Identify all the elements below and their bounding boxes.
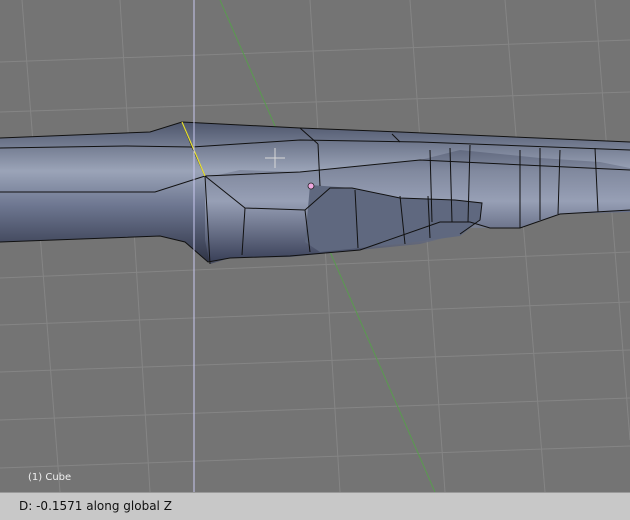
transform-status-text: D: -0.1571 along global Z: [19, 499, 172, 513]
viewport-scene[interactable]: [0, 0, 630, 492]
status-bar: D: -0.1571 along global Z: [0, 492, 630, 520]
3d-viewport[interactable]: (1) Cube: [0, 0, 630, 492]
selected-vertex-marker[interactable]: [307, 182, 315, 190]
object-info-label: (1) Cube: [28, 472, 72, 483]
